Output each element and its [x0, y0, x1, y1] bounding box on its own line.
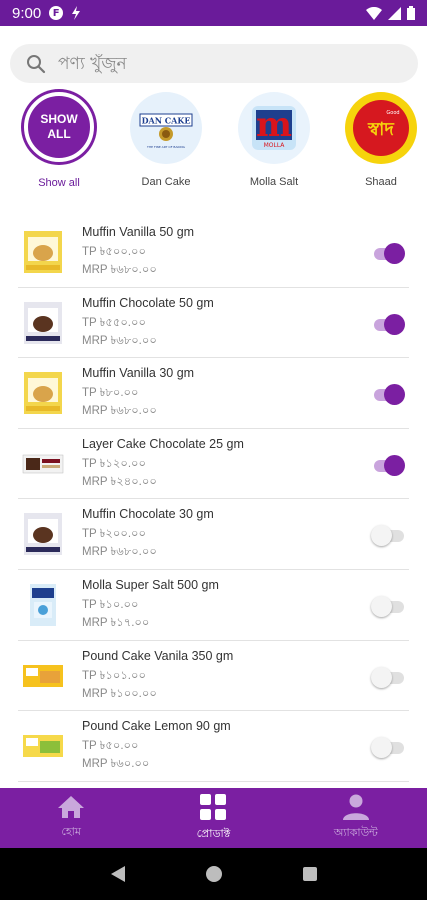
- home-icon: [58, 795, 85, 818]
- product-tp: TP ৳১০.০০: [82, 598, 139, 611]
- brand-label: Show all: [38, 177, 80, 189]
- product-row[interactable]: Layer Cake Chocolate 25 gm TP ৳১২০.০০ MR…: [18, 429, 409, 500]
- muffin-vanilla-thumb: [22, 370, 64, 416]
- product-tp: TP ৳৫৫০.০০: [82, 316, 146, 329]
- product-tp: TP ৳২০০.০০: [82, 528, 146, 541]
- product-toggle[interactable]: [371, 736, 405, 759]
- product-toggle[interactable]: [371, 313, 405, 335]
- nav-label: অ্যাকাউন্ট: [333, 825, 378, 839]
- product-toggle[interactable]: [371, 242, 405, 264]
- product-name: Muffin Vanilla 30 gm: [82, 366, 195, 381]
- product-list: Muffin Vanilla 50 gm TP ৳৫০০.০০ MRP ৳৬৮০…: [0, 217, 427, 782]
- search-icon: [27, 54, 46, 73]
- person-icon: [342, 794, 369, 820]
- product-row[interactable]: Muffin Vanilla 30 gm TP ৳৮০.০০ MRP ৳৬৮০.…: [18, 358, 409, 429]
- battery-icon: [407, 6, 415, 20]
- home-circle-icon[interactable]: [205, 865, 223, 883]
- brand-shaad[interactable]: স্বাদ Good Shaad: [336, 92, 426, 188]
- product-mrp: MRP ৳১০০.০০: [82, 687, 157, 700]
- pound-cake-thumb: [22, 723, 64, 769]
- notification-badge-icon: F: [49, 6, 64, 20]
- brand-filter-strip[interactable]: SHOW ALL Show all DAN CAKE THE FINE ART …: [0, 92, 427, 194]
- muffin-vanilla-thumb: [22, 229, 64, 275]
- product-row[interactable]: Muffin Chocolate 30 gm TP ৳২০০.০০ MRP ৳৬…: [18, 499, 409, 570]
- molla-logo-letter: m: [256, 105, 292, 145]
- nav-label: হোম: [61, 824, 81, 838]
- product-row[interactable]: Pound Cake Vanila 350 gm TP ৳১০১.০০ MRP …: [18, 641, 409, 712]
- product-row[interactable]: Muffin Chocolate 50 gm TP ৳৫৫০.০০ MRP ৳৬…: [18, 288, 409, 359]
- system-navigation-bar: [0, 848, 427, 900]
- brand-show-all[interactable]: SHOW ALL Show all: [14, 92, 104, 189]
- recents-icon[interactable]: [302, 866, 318, 882]
- nav-account[interactable]: অ্যাকাউন্ট: [285, 788, 427, 848]
- product-name: Molla Super Salt 500 gm: [82, 577, 219, 592]
- status-time: 9:00: [12, 4, 42, 22]
- brand-label: Shaad: [365, 176, 397, 188]
- brand-dan-cake[interactable]: DAN CAKE THE FINE ART OF BAKING Dan Cake: [121, 92, 211, 188]
- layer-cake-thumb: [22, 441, 64, 487]
- product-toggle[interactable]: [371, 595, 405, 617]
- wifi-icon: [366, 6, 382, 20]
- product-toggle[interactable]: [371, 666, 405, 688]
- back-icon[interactable]: [110, 865, 126, 883]
- pound-cake-thumb: [22, 653, 64, 699]
- brand-label: Molla Salt: [249, 176, 299, 188]
- show-all-button[interactable]: SHOW ALL: [24, 92, 94, 162]
- muffin-chocolate-thumb: [22, 511, 64, 557]
- shaad-logo-text: স্বাদ: [367, 119, 395, 140]
- product-name: Muffin Chocolate 50 gm: [82, 295, 214, 310]
- dan-cake-logo: DAN CAKE THE FINE ART OF BAKING: [130, 92, 202, 164]
- product-toggle[interactable]: [371, 383, 405, 406]
- molla-salt-logo: m MOLLA: [238, 92, 310, 164]
- product-mrp: MRP ৳৬৮০.০০: [82, 546, 157, 559]
- molla-logo-sub: MOLLA: [264, 142, 286, 149]
- product-name: Muffin Chocolate 30 gm: [82, 507, 214, 522]
- muffin-chocolate-thumb: [22, 300, 64, 346]
- product-mrp: MRP ৳৬০.০০: [82, 758, 150, 771]
- nav-label: প্রোডাক্ট: [196, 826, 231, 840]
- dan-cake-logo-text: DAN CAKE: [142, 116, 191, 126]
- product-row[interactable]: Muffin Vanilla 50 gm TP ৳৫০০.০০ MRP ৳৬৮০…: [18, 217, 409, 288]
- dan-cake-logo-sub: THE FINE ART OF BAKING: [146, 145, 186, 149]
- product-name: Layer Cake Chocolate 25 gm: [82, 436, 244, 451]
- notification-icon: [72, 6, 81, 20]
- bottom-navigation: হোম প্রোডাক্ট অ্যাকাউন্ট: [0, 788, 427, 848]
- status-bar: 9:00 F: [0, 0, 427, 26]
- product-tp: TP ৳৫০০.০০: [82, 246, 146, 258]
- product-mrp: MRP ৳৬৮০.০০: [82, 405, 157, 418]
- signal-icon: [388, 6, 401, 20]
- shaad-logo-sub: Good: [386, 110, 399, 116]
- product-name: Pound Cake Lemon 90 gm: [82, 719, 231, 734]
- search-input[interactable]: [58, 53, 388, 74]
- product-mrp: MRP ৳১৭.০০: [82, 616, 150, 629]
- product-name: Pound Cake Vanila 350 gm: [82, 648, 234, 663]
- salt-pack-thumb: [22, 582, 64, 628]
- nav-products[interactable]: প্রোডাক্ট: [142, 788, 284, 848]
- product-row[interactable]: Molla Super Salt 500 gm TP ৳১০.০০ MRP ৳১…: [18, 570, 409, 641]
- show-all-circle-text: SHOW ALL: [40, 112, 78, 141]
- product-tp: TP ৳১২০.০০: [82, 457, 146, 470]
- product-tp: TP ৳৮০.০০: [82, 387, 139, 400]
- product-toggle[interactable]: [371, 454, 405, 476]
- shaad-logo: স্বাদ Good: [345, 92, 417, 164]
- product-mrp: MRP ৳৬৮০.০০: [82, 334, 157, 347]
- product-toggle[interactable]: [371, 524, 405, 547]
- brand-label: Dan Cake: [141, 176, 191, 188]
- product-mrp: MRP ৳২৪০.০০: [82, 475, 157, 488]
- grid-icon: [200, 793, 227, 820]
- product-name: Muffin Vanilla 50 gm: [82, 225, 195, 239]
- search-bar[interactable]: [10, 44, 418, 83]
- product-tp: TP ৳১০১.০০: [82, 669, 146, 682]
- product-mrp: MRP ৳৬৮০.০০: [82, 264, 157, 276]
- product-row[interactable]: Pound Cake Lemon 90 gm TP ৳৫০.০০ MRP ৳৬০…: [18, 711, 409, 782]
- product-tp: TP ৳৫০.০০: [82, 740, 139, 753]
- nav-home[interactable]: হোম: [0, 788, 142, 848]
- brand-molla-salt[interactable]: m MOLLA Molla Salt: [229, 92, 319, 188]
